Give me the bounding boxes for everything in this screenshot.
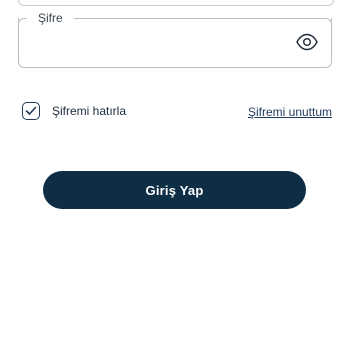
field-border-top-left <box>18 18 27 27</box>
previous-field-bottom <box>18 0 334 6</box>
field-border-top-right <box>74 18 332 26</box>
login-button[interactable]: Giriş Yap <box>43 171 306 209</box>
forgot-password-link[interactable]: Şifremi unuttum <box>248 105 332 119</box>
password-label: Şifre <box>36 10 65 26</box>
remember-me[interactable]: Şifremi hatırla <box>22 100 126 122</box>
remember-label: Şifremi hatırla <box>52 104 127 118</box>
eye-icon[interactable] <box>295 33 319 51</box>
remember-checkbox[interactable] <box>22 102 40 120</box>
check-icon <box>25 106 37 115</box>
